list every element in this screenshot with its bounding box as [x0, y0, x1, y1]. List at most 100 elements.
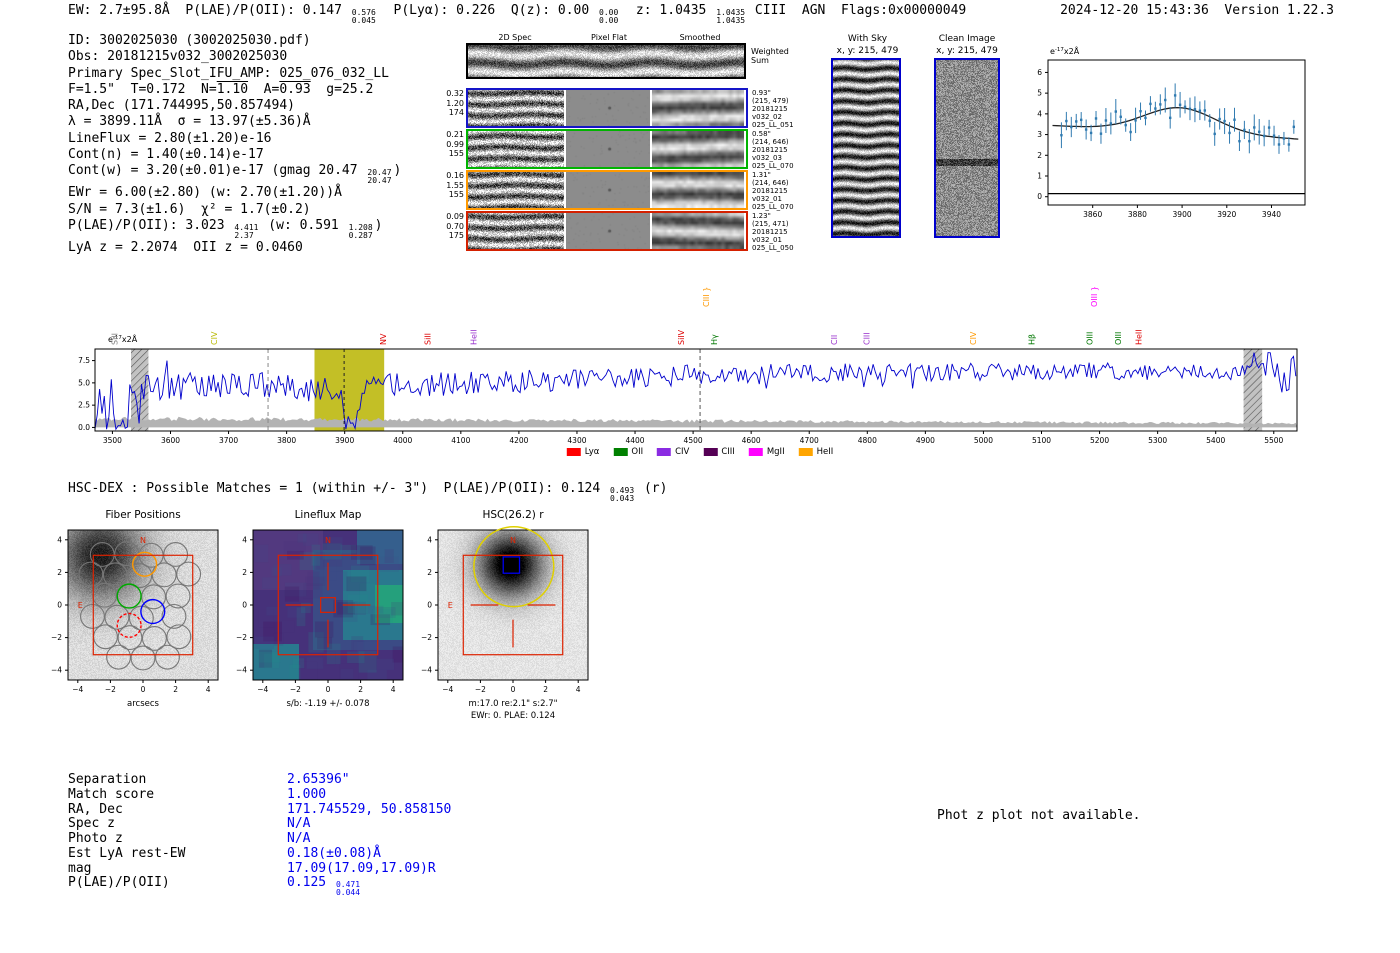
fiber-xlabel: arcsecs	[127, 699, 159, 709]
clean-image-frame	[934, 58, 1000, 238]
match-table-value: N/A	[287, 816, 310, 831]
flux-point	[1134, 119, 1136, 121]
match-table-row: Est LyA rest-EW0.18(±0.08)Å	[68, 846, 451, 861]
hsc-image-cutout: HSC(26.2) r −4−4−2−2002244NE m:17.0 re:2…	[398, 505, 628, 735]
svg-text:−4: −4	[72, 685, 83, 694]
svg-text:3500: 3500	[103, 436, 122, 445]
fiber-circle	[81, 605, 105, 629]
info-line: P(LAE)/P(OII): 3.023 4.4112.37 (w: 0.591…	[68, 218, 401, 240]
flux-point	[1129, 131, 1131, 133]
text-segment: )	[375, 218, 383, 233]
fiber-circle	[156, 645, 180, 669]
svg-text:4000: 4000	[393, 436, 412, 445]
match-table-label: Spec z	[68, 816, 287, 831]
spec2d-row: 0.090.701751.23"(215, 471)20181215v032_0…	[445, 211, 797, 251]
value-range: 0.000.00	[599, 9, 618, 25]
flux-point	[1223, 120, 1225, 122]
match-table-value: 2.65396"	[287, 772, 350, 787]
svg-text:2: 2	[57, 568, 62, 577]
weighted-sum-canvas	[468, 45, 744, 77]
flux-point	[1090, 132, 1092, 134]
timestamp-version: 2024-12-20 15:43:36 Version 1.22.3	[1060, 3, 1334, 18]
hsc-match-summary: HSC-DEX : Possible Matches = 1 (within +…	[68, 481, 667, 503]
spec2d-row-cells	[466, 88, 748, 128]
fiber-circle	[166, 584, 190, 608]
value-range: 0.4930.043	[610, 487, 634, 503]
legend-label: CIII	[721, 447, 734, 457]
legend-swatch	[749, 448, 763, 456]
smoothed-canvas	[652, 131, 744, 167]
flux-point	[1115, 110, 1117, 112]
clean-title: Clean Image	[922, 34, 1012, 44]
svg-text:4800: 4800	[858, 436, 877, 445]
legend-swatch	[567, 448, 581, 456]
svg-text:4200: 4200	[509, 436, 528, 445]
clean-coords: x, y: 215, 479	[922, 46, 1012, 56]
text-segment: z: 1.0435	[620, 3, 714, 18]
lineflux-xlabel: s/b: -1.19 +/- 0.078	[286, 699, 369, 709]
text-segment: 0.93	[279, 82, 310, 97]
flux-point	[1209, 120, 1211, 122]
text-segment: RA,Dec (171.744995,50.857494)	[68, 98, 295, 113]
match-table-value: 0.18(±0.08)Å	[287, 846, 381, 861]
hsc-xlabel2: EWr: 0. PLAE: 0.124	[471, 711, 555, 721]
info-line: Cont(w) = 3.20(±0.01)e-17 (gmag 20.47 20…	[68, 163, 401, 185]
weighted-sum-label: Weighted Sum	[751, 47, 789, 65]
pixelflat-canvas	[566, 172, 650, 208]
svg-text:4900: 4900	[916, 436, 935, 445]
spec2d-row-stats: 0.090.70175	[441, 212, 464, 241]
flux-point	[1228, 132, 1230, 134]
fiber-circle	[94, 625, 118, 649]
flux-point	[1194, 108, 1196, 110]
info-line: S/N = 7.3(±1.6) χ² = 1.7(±0.2)	[68, 202, 401, 218]
text-segment: LineFlux = 2.80(±1.20)e-16	[68, 131, 272, 146]
svg-text:−2: −2	[236, 633, 247, 642]
line-marker: Hβ	[1028, 334, 1037, 345]
flux-point	[1105, 119, 1107, 121]
text-segment: 1.10	[217, 82, 248, 97]
compass-north-label: N	[325, 536, 331, 545]
spec2d-raw-canvas	[468, 213, 564, 249]
legend-item: Lyα	[567, 447, 600, 457]
match-table-row: P(LAE)/P(OII)0.125 0.4710.044	[68, 875, 451, 890]
svg-text:3800: 3800	[277, 436, 296, 445]
legend-item: CIV	[657, 447, 689, 457]
svg-text:3900: 3900	[335, 436, 354, 445]
match-table-row: Match score1.000	[68, 787, 451, 802]
flux-point	[1149, 103, 1151, 105]
match-table-row: Spec zN/A	[68, 816, 451, 831]
svg-text:4500: 4500	[684, 436, 703, 445]
spec2d-row-cells	[466, 170, 748, 210]
svg-text:3920: 3920	[1217, 210, 1236, 219]
line-marker: CIII	[863, 332, 872, 345]
spec2d-row-cells	[466, 129, 748, 169]
svg-text:−2: −2	[105, 685, 116, 694]
legend-item: OII	[613, 447, 643, 457]
svg-text:2: 2	[1037, 151, 1042, 160]
fiber-circle	[177, 562, 201, 586]
text-segment: )	[394, 163, 402, 178]
info-line: ID: 3002025030 (3002025030.pdf)	[68, 33, 401, 49]
svg-text:5100: 5100	[1032, 436, 1051, 445]
gaussian-fit-chart: 012345638603880390039203940e-17x2Å	[1020, 38, 1340, 228]
flux-point	[1293, 126, 1295, 128]
fiber-circle	[93, 583, 117, 607]
svg-text:0: 0	[242, 601, 247, 610]
spec2d-row-annotation: 1.31"(214, 646)20181215v032_01025_LL_070	[752, 171, 794, 211]
line-marker: CII	[830, 335, 839, 345]
svg-text:3900: 3900	[1173, 210, 1192, 219]
svg-text:4: 4	[576, 685, 581, 694]
text-segment: Obs: 20181215v032_3002025030	[68, 49, 287, 64]
flux-point	[1159, 103, 1161, 105]
fiber-circle	[162, 605, 186, 629]
line-marker: Hγ	[710, 334, 719, 345]
svg-text:−4: −4	[257, 685, 268, 694]
pixelflat-canvas	[566, 90, 650, 126]
info-line: F=1.5" T=0.172 N=1.10 A=0.93 g=25.2	[68, 82, 401, 98]
flux-point	[1174, 94, 1176, 96]
spec2d-row-annotation: 0.93"(215, 479)20181215v032_02025_LL_051	[752, 89, 794, 129]
svg-text:2.5: 2.5	[78, 401, 90, 410]
spec2d-raw-canvas	[468, 172, 564, 208]
svg-text:0.0: 0.0	[78, 423, 90, 432]
legend-item: HeII	[799, 447, 834, 457]
